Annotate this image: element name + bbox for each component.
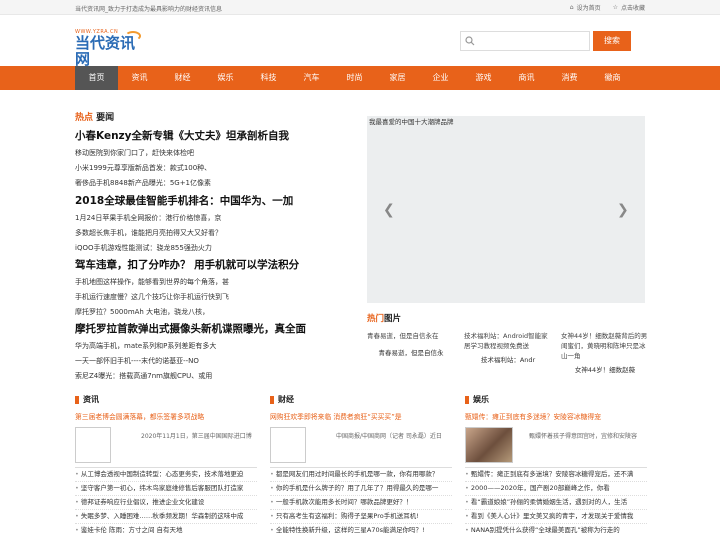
- nav-item-finance[interactable]: 财经: [161, 66, 204, 90]
- search-input[interactable]: [460, 31, 590, 51]
- picture-caption: 女神44岁！细数赵薇: [574, 366, 636, 374]
- news-link[interactable]: 索尼Z4曝光：搭载高通7nm旗舰CPU、或用: [75, 369, 345, 384]
- picture-caption: 青春易逝，但是自信永: [378, 349, 444, 357]
- slider-caption: 我最喜爱的中国十大潮牌品牌: [369, 118, 454, 126]
- news-link[interactable]: 华为高端手机，mate系列和P系列差距有多大: [75, 339, 345, 354]
- home-icon: ⌂: [569, 4, 574, 11]
- nav-item-home[interactable]: 首页: [75, 66, 118, 90]
- top-bar: 当代资讯网_致力于打造成为最具影响力的财经资讯信息 ⌂ 设为首页 ☆ 点击收藏: [0, 0, 720, 15]
- hot-news-heading: 热点 要闻: [75, 113, 115, 123]
- news-block: 摩托罗拉首款弹出式摄像头新机谍照曝光，真全面 华为高端手机，mate系列和P系列…: [75, 321, 345, 384]
- thumbnail[interactable]: [465, 427, 513, 463]
- news-headline[interactable]: 2018全球最佳智能手机排名：中国华为、一加: [75, 193, 345, 208]
- nav-item-commerce[interactable]: 商讯: [505, 66, 548, 90]
- nav-item-fashion[interactable]: 时尚: [333, 66, 376, 90]
- news-block: 驾车违章，扣了分咋办？ 用手机就可以学法积分 手机地图这样操作，能够看到世界的每…: [75, 257, 345, 320]
- nav-item-news[interactable]: 资讯: [118, 66, 161, 90]
- list-item[interactable]: 一般手机款次能用多长时间？哪款品牌更好？！: [270, 495, 452, 509]
- news-link[interactable]: 1月24日苹果手机全网报价：港行价格惊喜，京: [75, 211, 345, 226]
- section-bar-icon: [75, 395, 79, 404]
- list-item[interactable]: 全能特性换新升级，这样的三星A70s能满足你吗？!: [270, 523, 452, 537]
- logo-swirl-icon: [125, 31, 141, 41]
- list-item[interactable]: 甄嬛传：瘫正到底有多迷境？安陵容冰糖得宠后，还不满: [465, 467, 647, 481]
- news-headline[interactable]: 驾车违章，扣了分咋办？ 用手机就可以学法积分: [75, 257, 345, 272]
- search-button[interactable]: 搜索: [593, 31, 631, 51]
- site-slogan: 当代资讯网_致力于打造成为最具影响力的财经资讯信息: [75, 6, 223, 13]
- nav-item-entertainment[interactable]: 娱乐: [204, 66, 247, 90]
- nav-item-home-living[interactable]: 家居: [376, 66, 419, 90]
- news-link[interactable]: 奢侈品手机8848新产品曝光：5G+1亿像素: [75, 176, 345, 191]
- section-entertainment: 娱乐 甄嬛传：瘫正到底有多迷境？安陵容冰糖得宠 甄嬛怀着孩子得意回宫时，宜修和安…: [465, 394, 647, 534]
- list-item[interactable]: 鉴娃卡伦 陈雨：方寸之间 自有天地: [75, 523, 257, 537]
- news-link[interactable]: 一天一部怀旧手机----末代的诺基亚--NO: [75, 354, 345, 369]
- list-item[interactable]: 看到《美人心计》里文美又疯的青宇，才发现关于爱情我: [465, 509, 647, 523]
- list-item[interactable]: 失眠多梦、入睡困难……秋季频发期！华森制药这味中成: [75, 509, 257, 523]
- news-link[interactable]: 小米1999元尊享版新品首发：款式100种、: [75, 161, 345, 176]
- list-item[interactable]: 坚守客户第一初心，纬木鸟家庭维修售后客服团队打造家: [75, 481, 257, 495]
- nav-item-tech[interactable]: 科技: [247, 66, 290, 90]
- section-title: 娱乐: [465, 394, 647, 405]
- add-favorite-link[interactable]: ☆ 点击收藏: [613, 3, 645, 12]
- thumbnail[interactable]: [75, 427, 111, 463]
- nav-item-business[interactable]: 企业: [419, 66, 462, 90]
- list-item[interactable]: 2000——2020年，国产剧20部巅峰之作，你看: [465, 481, 647, 495]
- chevron-left-icon[interactable]: ❮: [383, 202, 395, 218]
- broken-image-icon: 女神44岁！细数赵薇背后的男闺蜜们，黄晓明和陈坤只是冰山一角: [561, 332, 648, 360]
- site-logo[interactable]: WWW.YZRA.CN 当代资讯网: [75, 29, 145, 67]
- news-link[interactable]: 手机运行速度慢？这几个技巧让你手机运行快到飞: [75, 290, 345, 305]
- list-item[interactable]: 看“霸道娘娘”孙俪的柔情婚姻生活，遇到对的人，生活: [465, 495, 647, 509]
- nav-item-consumer[interactable]: 消费: [548, 66, 591, 90]
- list-item[interactable]: 都是网友们用过时间最长的手机是哪一款，你有用哪款？: [270, 467, 452, 481]
- section-bar-icon: [465, 395, 469, 404]
- section-bar-icon: [270, 395, 274, 404]
- main-nav: 首页 资讯 财经 娱乐 科技 汽车 时尚 家居 企业 游戏 商讯 消费 徽商: [0, 66, 720, 90]
- news-headline[interactable]: 摩托罗拉首款弹出式摄像头新机谍照曝光，真全面: [75, 321, 345, 336]
- thumbnail[interactable]: [270, 427, 306, 463]
- news-link[interactable]: 摩托罗拉？5000mAh 大电池，骁龙八核，: [75, 305, 345, 320]
- section-lead-link[interactable]: 网购狂欢季即将来临 消费者疯狂“买买买”是: [270, 411, 452, 421]
- news-link[interactable]: 移动医院到你家门口了，赶快来体检吧: [75, 146, 345, 161]
- section-title: 财经: [270, 394, 452, 405]
- image-slider[interactable]: 我最喜爱的中国十大潮牌品牌 ❮ ❯: [367, 116, 645, 303]
- news-link[interactable]: 多数超长焦手机，谁能把月亮拍得又大又好看？: [75, 226, 345, 241]
- list-item[interactable]: 你的手机是什么牌子的？用了几年了？用得最久的是哪一: [270, 481, 452, 495]
- list-item[interactable]: 从工博会透视中国制造转型：心态更务实，技术落地更迫: [75, 467, 257, 481]
- nav-item-games[interactable]: 游戏: [462, 66, 505, 90]
- picture-caption: 技术福利站：Andr: [480, 356, 536, 364]
- list-item[interactable]: NANA别提凭什么获得“全球最美面孔”被称为行走的: [465, 523, 647, 537]
- thumbnail-summary: 中国商报/中国商网（记者 司永磊）近日: [336, 433, 442, 440]
- broken-image-icon: 技术福利站：Android智能家居学习教程视频免费送: [464, 332, 548, 350]
- news-link[interactable]: 手机地图这样操作，能够看到世界的每个角落，甚: [75, 275, 345, 290]
- section-lead-link[interactable]: 甄嬛传：瘫正到底有多迷境？安陵容冰糖得宠: [465, 411, 647, 421]
- news-block: 2018全球最佳智能手机排名：中国华为、一加 1月24日苹果手机全网报价：港行价…: [75, 193, 345, 256]
- section-title: 资讯: [75, 394, 257, 405]
- nav-item-auto[interactable]: 汽车: [290, 66, 333, 90]
- list-item[interactable]: 只有高考生有这福利：购得子坚果Pro手机送耳机!: [270, 509, 452, 523]
- news-block: 小春Kenzy全新专辑《大丈夫》坦承剖析自我 移动医院到你家门口了，赶快来体检吧…: [75, 128, 345, 191]
- section-news: 资讯 第三届老博会圆满落幕，都乐签署多项战略 2020年11月1日，第三届中国国…: [75, 394, 257, 534]
- news-headline[interactable]: 小春Kenzy全新专辑《大丈夫》坦承剖析自我: [75, 128, 345, 143]
- section-lead-link[interactable]: 第三届老博会圆满落幕，都乐签署多项战略: [75, 411, 257, 421]
- picture-item[interactable]: 技术福利站：Android智能家居学习教程视频免费送 技术福利站：Andr: [464, 331, 552, 365]
- thumbnail-summary: 甄嬛怀着孩子得意回宫时，宜修和安陵容: [529, 433, 638, 440]
- news-link[interactable]: iQOO手机游戏性能测试：骁龙855强劲火力: [75, 241, 345, 256]
- chevron-right-icon[interactable]: ❯: [617, 202, 629, 218]
- star-icon: ☆: [612, 4, 618, 11]
- broken-image-icon: 青春易逝，但是自信永在: [367, 332, 439, 340]
- set-homepage-link[interactable]: ⌂ 设为首页: [570, 3, 601, 12]
- section-finance: 财经 网购狂欢季即将来临 消费者疯狂“买买买”是 中国商报/中国商网（记者 司永…: [270, 394, 452, 534]
- search-icon: [465, 36, 475, 46]
- nav-item-anhui[interactable]: 徽商: [591, 66, 634, 90]
- list-item[interactable]: 德邦证券响应行业倡议，推进企业文化建设: [75, 495, 257, 509]
- picture-item[interactable]: 青春易逝，但是自信永在 青春易逝，但是自信永: [367, 331, 455, 358]
- thumbnail-summary: 2020年11月1日，第三届中国国际进口博: [141, 433, 252, 440]
- hot-pictures-heading: 热门图片: [367, 314, 402, 324]
- picture-item[interactable]: 女神44岁！细数赵薇背后的男闺蜜们，黄晓明和陈坤只是冰山一角 女神44岁！细数赵…: [561, 331, 649, 375]
- top-links: ⌂ 设为首页 ☆ 点击收藏: [570, 3, 645, 12]
